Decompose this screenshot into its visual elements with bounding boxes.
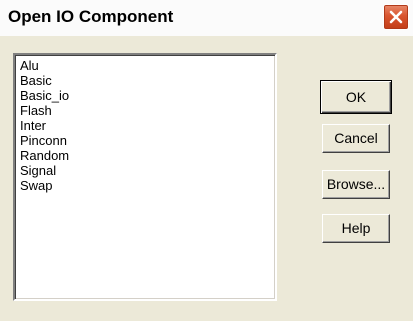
list-item[interactable]: Flash (20, 103, 275, 118)
dialog-title: Open IO Component (8, 7, 174, 26)
cancel-button[interactable]: Cancel (322, 124, 390, 153)
help-button[interactable]: Help (322, 214, 390, 243)
list-item[interactable]: Basic_io (20, 88, 275, 103)
close-button[interactable] (383, 4, 409, 30)
list-item[interactable]: Pinconn (20, 133, 275, 148)
open-io-component-dialog: Open IO Component Alu Basic Basic_io Fla… (0, 0, 413, 321)
list-item[interactable]: Random (20, 148, 275, 163)
close-icon (389, 10, 403, 24)
title-bar[interactable]: Open IO Component (0, 0, 413, 36)
component-list: Alu Basic Basic_io Flash Inter Pinconn R… (15, 55, 275, 193)
ok-button[interactable]: OK (320, 80, 392, 114)
browse-button[interactable]: Browse... (322, 170, 390, 199)
list-item[interactable]: Swap (20, 178, 275, 193)
list-item[interactable]: Alu (20, 58, 275, 73)
component-listbox[interactable]: Alu Basic Basic_io Flash Inter Pinconn R… (13, 53, 277, 301)
list-item[interactable]: Signal (20, 163, 275, 178)
list-item[interactable]: Inter (20, 118, 275, 133)
list-item[interactable]: Basic (20, 73, 275, 88)
